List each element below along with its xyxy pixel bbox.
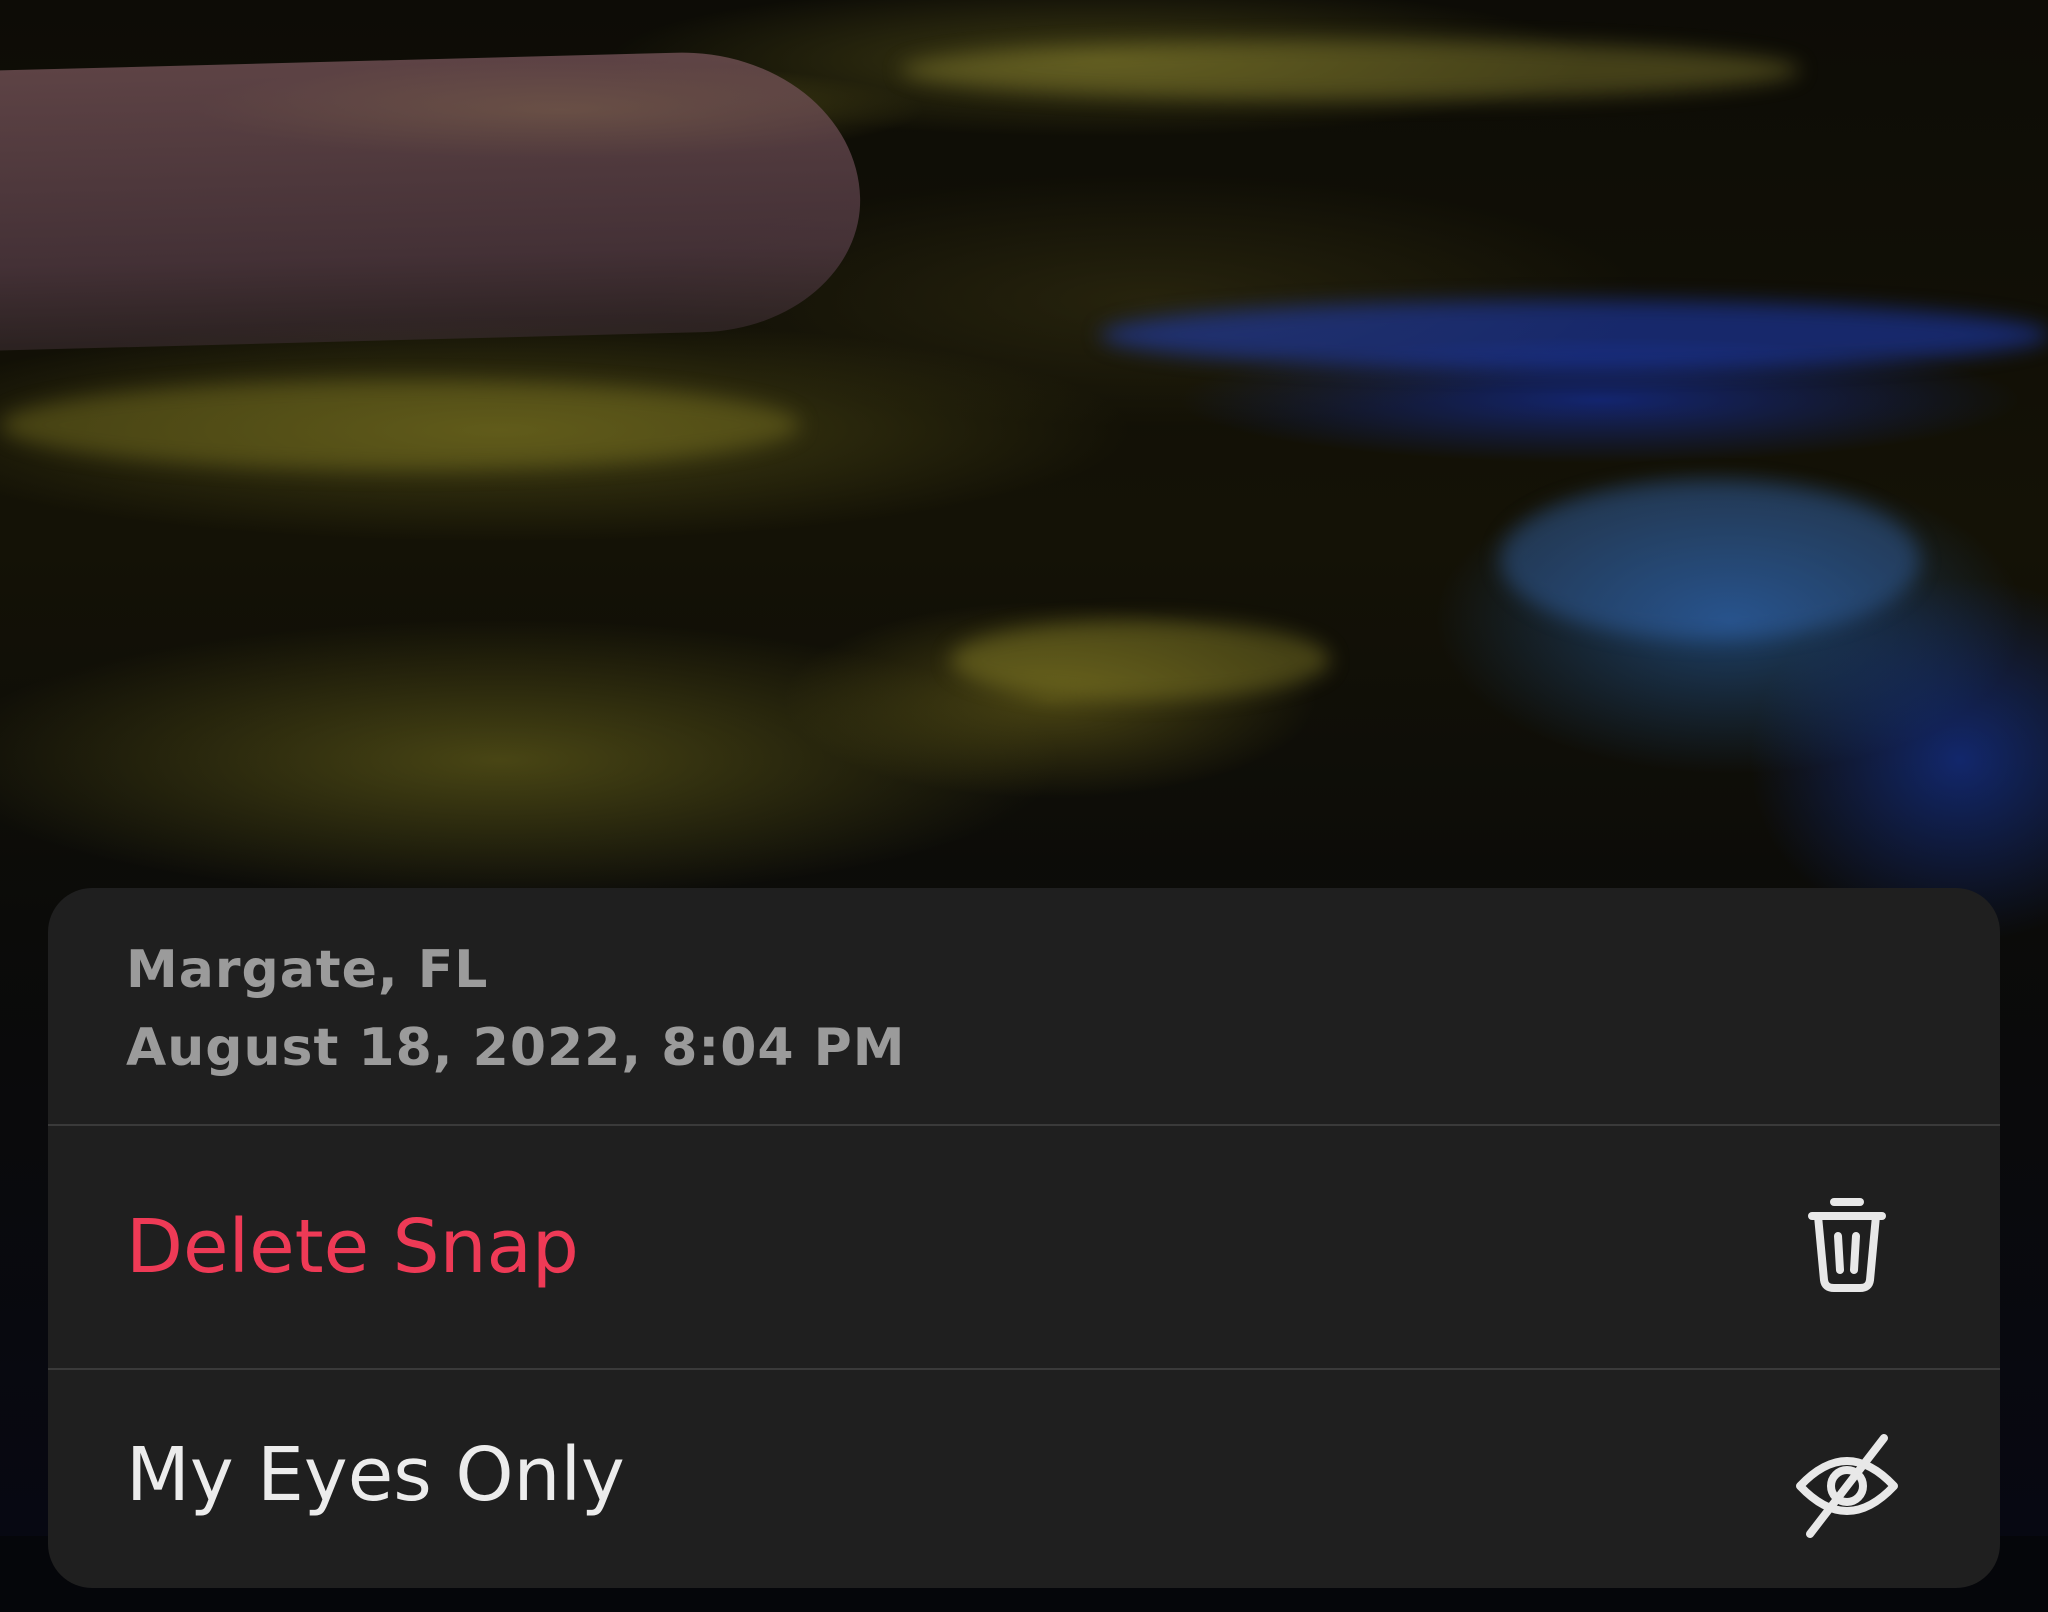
delete-snap-label: Delete Snap [126, 1204, 579, 1290]
finger-in-photo [0, 48, 864, 352]
photo-highlight [1100, 300, 2048, 370]
eye-slash-icon [1796, 1434, 1898, 1538]
photo-highlight [950, 620, 1330, 700]
photo-highlight [1500, 480, 1920, 640]
my-eyes-only-button[interactable]: My Eyes Only [48, 1372, 2000, 1612]
snap-location: Margate, FL [126, 940, 489, 1000]
snap-options-sheet: Margate, FL August 18, 2022, 8:04 PM Del… [48, 888, 2000, 1588]
delete-snap-button[interactable]: Delete Snap [48, 1128, 2000, 1370]
photo-highlight [0, 380, 800, 470]
trash-icon [1808, 1198, 1886, 1292]
photo-highlight [900, 40, 1800, 100]
my-eyes-only-label: My Eyes Only [126, 1432, 625, 1518]
snap-datetime: August 18, 2022, 8:04 PM [126, 1018, 906, 1078]
snap-info-header: Margate, FL August 18, 2022, 8:04 PM [48, 888, 2000, 1126]
